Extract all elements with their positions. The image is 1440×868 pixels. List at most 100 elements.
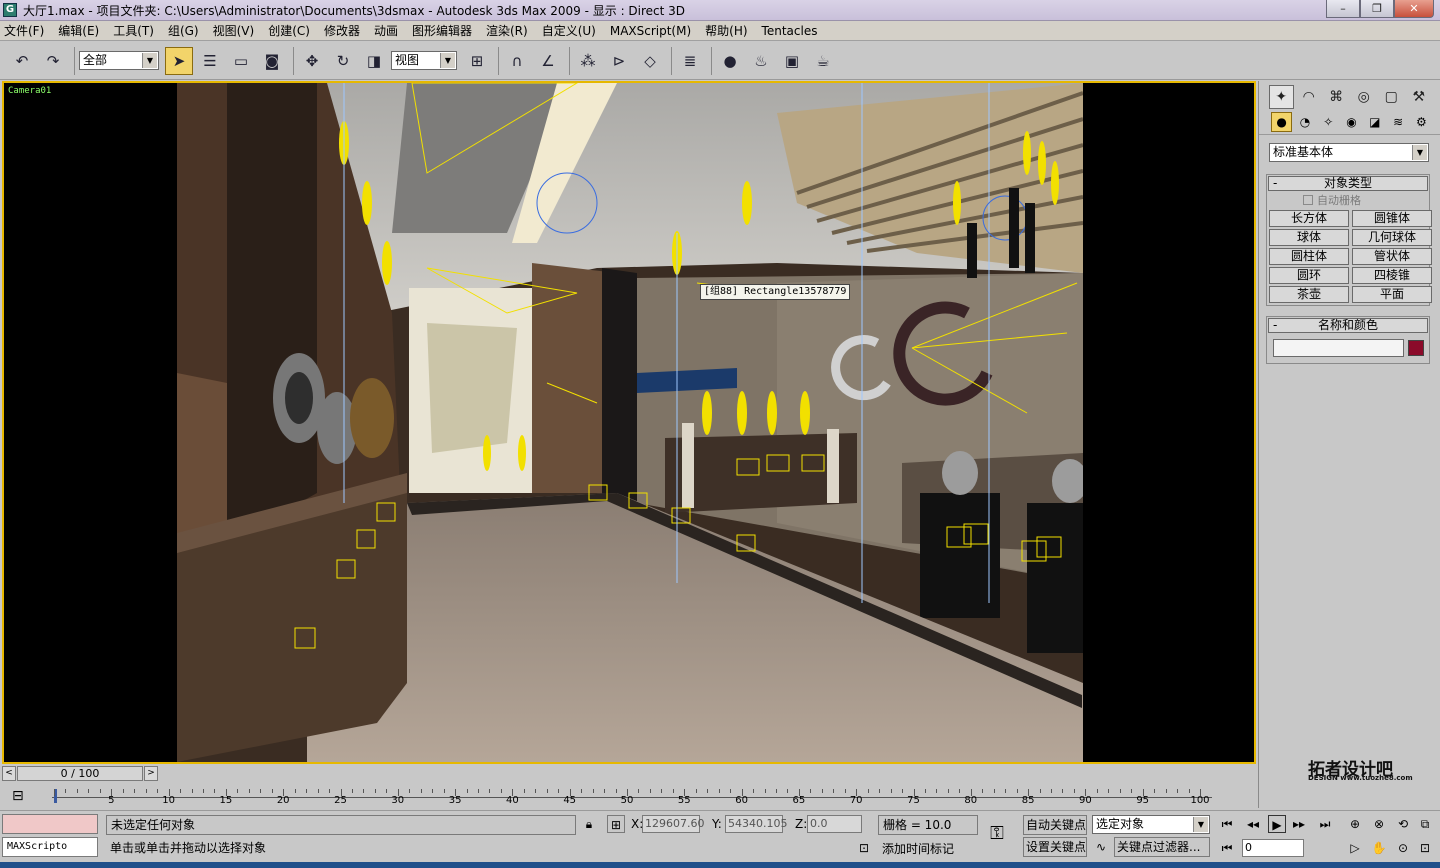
rotate-icon[interactable]: ↻ [329,47,357,75]
zoom-icon[interactable]: ⊕ [1346,815,1364,833]
object-color-swatch[interactable] [1408,340,1424,356]
key-filters-button[interactable]: 关键点过滤器... [1114,837,1210,857]
angle-snap-icon[interactable]: ∠ [534,47,562,75]
menu-edit[interactable]: 编辑(E) [58,22,99,39]
helpers-icon[interactable]: ◪ [1364,112,1385,132]
display-tab-icon[interactable]: ▢ [1379,85,1404,109]
create-tab-icon[interactable]: ✦ [1269,85,1294,109]
menu-customize[interactable]: 自定义(U) [542,22,596,39]
time-slider-thumb[interactable]: 0 / 100 [17,766,143,781]
snap-toggle-icon[interactable]: ∩ [503,47,531,75]
key-mode-icon[interactable]: ⏮ [1218,839,1236,857]
pan-hand-icon[interactable]: ✋ [1370,839,1388,857]
z-coordinate-input[interactable]: 0.0 [807,815,862,833]
select-by-name-icon[interactable]: ☰ [196,47,224,75]
rectangular-selection-icon[interactable]: ▭ [227,47,255,75]
plane-button[interactable]: 平面 [1352,286,1432,303]
modify-tab-icon[interactable]: ◠ [1297,85,1322,109]
align-icon[interactable]: ◇ [636,47,664,75]
maxscript-listener-pink[interactable] [2,814,98,834]
add-time-tag[interactable]: 添加时间标记 [882,840,954,858]
quick-render-icon[interactable]: ☕ [809,47,837,75]
mirror-icon[interactable]: ⊳ [605,47,633,75]
absolute-mode-icon[interactable]: ⊞ [607,815,625,833]
cameras-icon[interactable]: ◉ [1341,112,1362,132]
autogrid-checkbox[interactable]: 自动栅格 [1267,192,1429,209]
object-name-input[interactable] [1273,339,1405,357]
curve-editor-icon[interactable]: ⊟ [12,788,24,804]
app-icon[interactable]: G [3,3,17,17]
set-key-button[interactable]: 设置关键点 [1023,837,1087,857]
selection-filter-dropdown[interactable]: 全部 [79,51,159,70]
zoom-all-icon[interactable]: ⊗ [1370,815,1388,833]
walk-through-icon[interactable]: ⊙ [1394,839,1412,857]
maxscript-listener[interactable]: MAXScripto [2,837,98,857]
close-button[interactable]: ✕ [1394,0,1434,18]
scale-icon[interactable]: ◨ [360,47,388,75]
menu-tentacles[interactable]: Tentacles [762,24,818,38]
rendered-frame-icon[interactable]: ▣ [778,47,806,75]
menu-rendering[interactable]: 渲染(R) [486,22,528,39]
torus-button[interactable]: 圆环 [1269,267,1349,284]
go-to-end-icon[interactable]: ⏭ [1316,815,1334,833]
box-button[interactable]: 长方体 [1269,210,1349,227]
selected-object-dropdown[interactable]: 选定对象 [1092,815,1210,834]
select-object-icon[interactable]: ➤ [165,46,193,75]
menu-create[interactable]: 创建(C) [268,22,310,39]
menu-modifiers[interactable]: 修改器 [324,22,360,39]
redo-icon[interactable]: ↷ [39,47,67,75]
prev-frame-arrow-icon[interactable]: < [2,766,16,781]
shapes-icon[interactable]: ◔ [1294,112,1315,132]
geometry-icon[interactable]: ● [1271,112,1293,132]
menu-help[interactable]: 帮助(H) [705,22,747,39]
orbit-icon[interactable]: ⟲ [1394,815,1412,833]
menu-maxscript[interactable]: MAXScript(M) [610,24,691,38]
reference-coord-dropdown[interactable]: 视图 [391,51,457,70]
pivot-center-icon[interactable]: ⊞ [463,47,491,75]
next-frame-arrow-icon[interactable]: > [144,766,158,781]
maximize-viewport-icon[interactable]: ⧉ [1416,815,1434,833]
motion-tab-icon[interactable]: ◎ [1352,85,1377,109]
play-icon[interactable]: ▶ [1268,815,1286,833]
minimize-button[interactable]: – [1326,0,1360,18]
object-type-header[interactable]: - 对象类型 [1268,176,1428,191]
go-to-start-icon[interactable]: ⏮ [1218,815,1236,833]
named-selection-icon[interactable]: ⁂ [574,47,602,75]
key-icon[interactable]: ⚿ [988,825,1006,843]
menu-views[interactable]: 视图(V) [213,22,255,39]
cylinder-button[interactable]: 圆柱体 [1269,248,1349,265]
space-warps-icon[interactable]: ≋ [1387,112,1408,132]
undo-icon[interactable]: ↶ [8,47,36,75]
lock-selection-icon[interactable]: 🔒︎ [580,815,598,833]
utilities-tab-icon[interactable]: ⚒ [1407,85,1432,109]
window-crossing-icon[interactable]: ◙ [258,47,286,75]
teapot-button[interactable]: 茶壶 [1269,286,1349,303]
x-coordinate-input[interactable]: 129607.60 [642,815,705,833]
track-bar[interactable]: ⊟ 5 10 15 20 25 30 35 40 45 50 55 60 65 70 75 80 85 90 95 1… [0,784,1258,810]
material-editor-icon[interactable]: ● [716,47,744,75]
tube-button[interactable]: 管状体 [1352,248,1432,265]
camera-viewport[interactable]: Camera01 [组88] Rectangle13578779 [2,81,1256,764]
cone-button[interactable]: 圆锥体 [1352,210,1432,227]
render-setup-icon[interactable]: ♨ [747,47,775,75]
name-color-header[interactable]: - 名称和颜色 [1268,318,1428,333]
previous-frame-icon[interactable]: ◂◂ [1244,815,1262,833]
hierarchy-tab-icon[interactable]: ⌘ [1324,85,1349,109]
systems-icon[interactable]: ⚙ [1411,112,1432,132]
curve-icon[interactable]: ∿ [1092,838,1110,856]
next-frame-icon[interactable]: ▸▸ [1290,815,1308,833]
scene-render[interactable]: [组88] Rectangle13578779 [177,83,1083,762]
y-coordinate-input[interactable]: 54340.105 [725,815,788,833]
menu-file[interactable]: 文件(F) [4,22,44,39]
menu-animation[interactable]: 动画 [374,22,398,39]
time-slider[interactable]: < 0 / 100 > [2,765,158,782]
restore-button[interactable]: ❐ [1360,0,1394,18]
fov-icon[interactable]: ▷ [1346,839,1364,857]
auto-key-button[interactable]: 自动关键点 [1023,815,1087,835]
layer-manager-icon[interactable]: ≣ [676,47,704,75]
current-frame-input[interactable]: 0 [1242,839,1304,857]
lights-icon[interactable]: ✧ [1318,112,1339,132]
pyramid-button[interactable]: 四棱锥 [1352,267,1432,284]
menu-graph-editors[interactable]: 图形编辑器 [412,22,472,39]
menu-tools[interactable]: 工具(T) [113,22,154,39]
